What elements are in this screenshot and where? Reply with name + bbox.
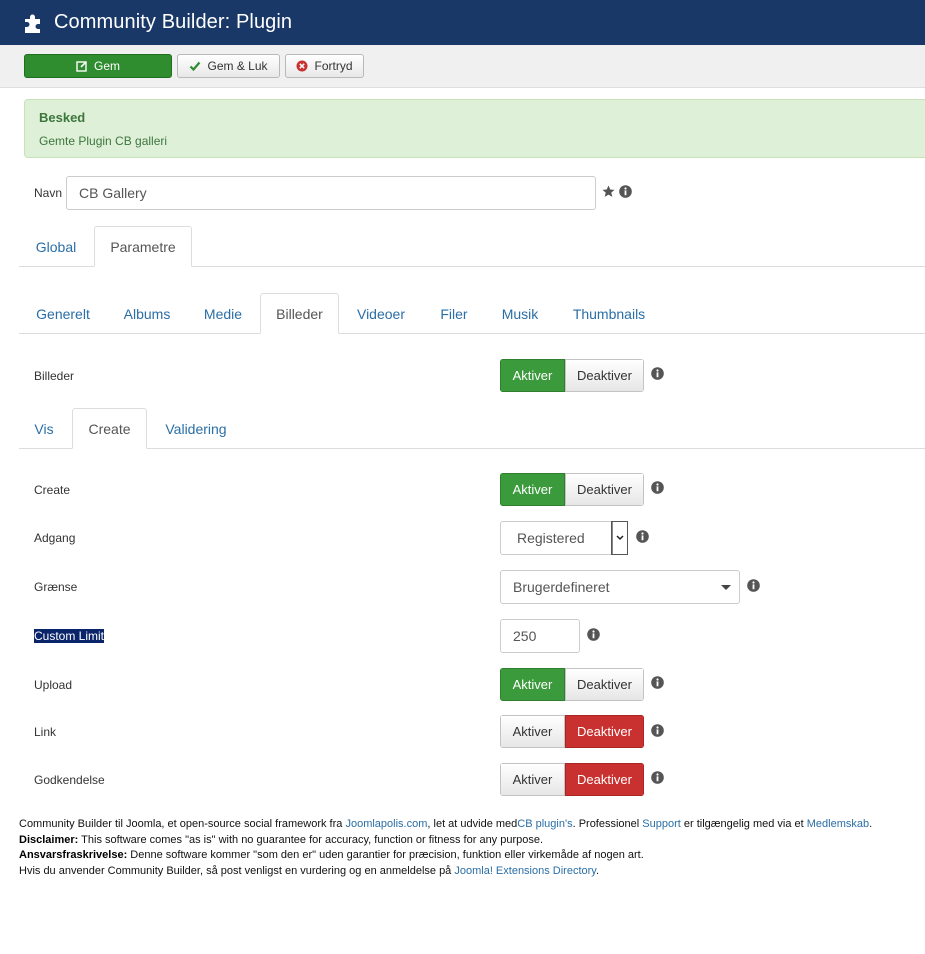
tab-medie[interactable]: Medie	[189, 293, 257, 334]
billeder-toggle: Aktiver Deaktiver	[500, 359, 644, 392]
link-toggle: Aktiver Deaktiver	[500, 715, 644, 748]
footer-text: .	[869, 818, 873, 830]
approval-label: Godkendelse	[34, 773, 105, 787]
custom-limit-input[interactable]	[500, 619, 580, 653]
billeder-label: Billeder	[34, 369, 75, 383]
check-icon	[190, 61, 201, 72]
limit-select[interactable]: Brugerdefineret	[500, 570, 740, 604]
sub-tabs: Generelt Albums Medie Billeder Videoer F…	[19, 292, 925, 334]
approval-on-button[interactable]: Aktiver	[500, 763, 565, 796]
footer-line-4: Hvis du anvender Community Builder, så p…	[19, 864, 919, 880]
billeder-off-button[interactable]: Deaktiver	[565, 359, 644, 392]
cancel-button-label: Fortryd	[314, 59, 353, 73]
footer-text: .	[595, 864, 600, 877]
create-label: Create	[34, 483, 71, 497]
limit-label: Grænse	[34, 580, 78, 594]
footer-text: This software comes "as is" with no guar…	[78, 833, 544, 846]
edit-icon	[76, 61, 87, 72]
limit-select-value: Brugerdefineret	[513, 579, 610, 595]
tab-global[interactable]: Global	[19, 226, 93, 267]
create-off-button[interactable]: Deaktiver	[565, 473, 644, 506]
puzzle-icon	[25, 14, 40, 33]
name-label: Navn	[34, 186, 63, 200]
access-label: Adgang	[34, 531, 76, 545]
membership-link[interactable]: Medlemskab	[807, 818, 869, 830]
create-toggle: Aktiver Deaktiver	[500, 473, 644, 506]
cb-plugins-link[interactable]: CB plugin's	[517, 818, 572, 830]
link-off-button[interactable]: Deaktiver	[565, 715, 644, 748]
support-link[interactable]: Support	[642, 818, 681, 830]
main-tabs: Global Parametre	[19, 226, 925, 267]
name-input[interactable]	[66, 176, 596, 210]
footer-line-2: Disclaimer: This software comes "as is" …	[19, 833, 919, 849]
info-icon[interactable]	[651, 724, 664, 737]
link-on-button[interactable]: Aktiver	[500, 715, 565, 748]
star-icon[interactable]	[602, 185, 615, 198]
save-close-button-label: Gem & Luk	[207, 59, 268, 73]
success-alert: Besked Gemte Plugin CB galleri	[24, 99, 925, 158]
toolbar: Gem Gem & Luk Fortryd	[0, 45, 925, 88]
alert-message: Gemte Plugin CB galleri	[39, 134, 168, 148]
caret-down-icon	[721, 584, 731, 590]
upload-label: Upload	[34, 678, 73, 692]
app-header: Community Builder: Plugin	[0, 0, 925, 45]
inner-tabs: Vis Create Validering	[19, 407, 925, 449]
tab-albums[interactable]: Albums	[111, 293, 183, 334]
footer-text: . Professionel	[572, 818, 643, 830]
disclaimer-heading: Disclaimer:	[19, 833, 79, 846]
save-button-label: Gem	[93, 59, 120, 73]
custom-limit-label: Custom Limit	[34, 629, 105, 643]
footer-text: Hvis du anvender Community Builder, så p…	[19, 864, 455, 877]
info-icon[interactable]	[651, 481, 664, 494]
jed-link[interactable]: Joomla! Extensions Directory	[454, 865, 596, 877]
tab-validering[interactable]: Validering	[153, 408, 239, 449]
tab-vis[interactable]: Vis	[19, 408, 69, 449]
footer-text: Community Builder til Joomla, et open-so…	[19, 818, 346, 830]
tab-billeder[interactable]: Billeder	[260, 293, 339, 334]
access-select-value: Registered	[517, 530, 585, 546]
link-label: Link	[34, 725, 57, 739]
info-icon[interactable]	[651, 676, 664, 689]
create-on-button[interactable]: Aktiver	[500, 473, 565, 506]
footer-text: , let at udvide med	[427, 818, 518, 830]
disclaimer-heading-da: Ansvarsfraskrivelse:	[19, 849, 128, 861]
footer-line-1: Community Builder til Joomla, et open-so…	[19, 817, 919, 833]
tab-musik[interactable]: Musik	[489, 293, 551, 334]
upload-on-button[interactable]: Aktiver	[500, 668, 565, 701]
close-circle-icon	[296, 60, 308, 72]
tab-create[interactable]: Create	[72, 408, 147, 449]
upload-toggle: Aktiver Deaktiver	[500, 668, 644, 701]
chevron-down-icon	[611, 521, 628, 555]
footer-line-3: Ansvarsfraskrivelse: Denne software komm…	[19, 848, 919, 864]
info-icon[interactable]	[636, 530, 649, 543]
save-button[interactable]: Gem	[24, 54, 172, 78]
footer-text: Denne software kommer "som den er" uden …	[127, 849, 644, 861]
tab-generelt[interactable]: Generelt	[19, 293, 107, 334]
footer-text: er tilgængelig med via et	[680, 818, 807, 830]
tab-filer[interactable]: Filer	[423, 293, 485, 334]
access-select[interactable]: Registered	[500, 521, 628, 555]
info-icon[interactable]	[619, 185, 632, 198]
upload-off-button[interactable]: Deaktiver	[565, 668, 644, 701]
info-icon[interactable]	[651, 367, 664, 380]
footer: Community Builder til Joomla, et open-so…	[19, 817, 919, 879]
info-icon[interactable]	[587, 628, 600, 641]
joomlapolis-link[interactable]: Joomlapolis.com	[345, 818, 427, 830]
approval-off-button[interactable]: Deaktiver	[565, 763, 644, 796]
save-close-button[interactable]: Gem & Luk	[177, 54, 280, 78]
page-title: Community Builder: Plugin	[54, 11, 293, 33]
tab-videoer[interactable]: Videoer	[344, 293, 418, 334]
tab-parametre[interactable]: Parametre	[94, 226, 192, 267]
cancel-button[interactable]: Fortryd	[285, 54, 364, 78]
info-icon[interactable]	[651, 771, 664, 784]
approval-toggle: Aktiver Deaktiver	[500, 763, 644, 796]
billeder-on-button[interactable]: Aktiver	[500, 359, 565, 392]
tab-thumbnails[interactable]: Thumbnails	[559, 293, 659, 334]
info-icon[interactable]	[747, 579, 760, 592]
alert-heading: Besked	[39, 110, 86, 125]
